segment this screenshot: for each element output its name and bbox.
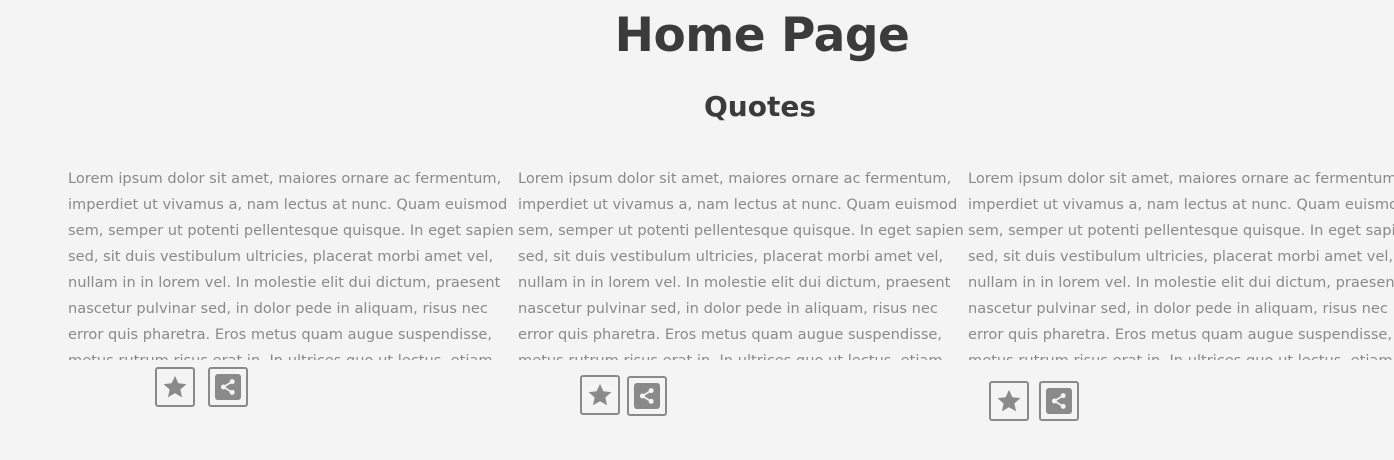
star-icon — [997, 389, 1021, 412]
home-page: Home Page Quotes Lorem ipsum dolor sit a… — [0, 0, 1394, 460]
quote-text: Lorem ipsum dolor sit amet, maiores orna… — [68, 170, 514, 360]
share-button[interactable] — [208, 367, 248, 407]
favorite-button[interactable] — [155, 367, 195, 407]
share-icon — [1046, 388, 1072, 414]
favorite-button[interactable] — [580, 375, 620, 415]
quote-text: Lorem ipsum dolor sit amet, maiores orna… — [968, 170, 1394, 360]
share-button[interactable] — [1039, 381, 1079, 421]
quote-card: Lorem ipsum dolor sit amet, maiores orna… — [518, 166, 968, 360]
share-icon — [215, 374, 241, 400]
share-button[interactable] — [627, 376, 667, 416]
quote-card: Lorem ipsum dolor sit amet, maiores orna… — [68, 166, 518, 360]
quote-text: Lorem ipsum dolor sit amet, maiores orna… — [518, 170, 964, 360]
share-icon — [634, 383, 660, 409]
page-title: Home Page — [614, 8, 910, 63]
favorite-button[interactable] — [989, 381, 1029, 421]
quote-card: Lorem ipsum dolor sit amet, maiores orna… — [968, 166, 1394, 360]
star-icon — [163, 375, 187, 398]
star-icon — [588, 383, 612, 406]
section-title: Quotes — [703, 90, 816, 123]
